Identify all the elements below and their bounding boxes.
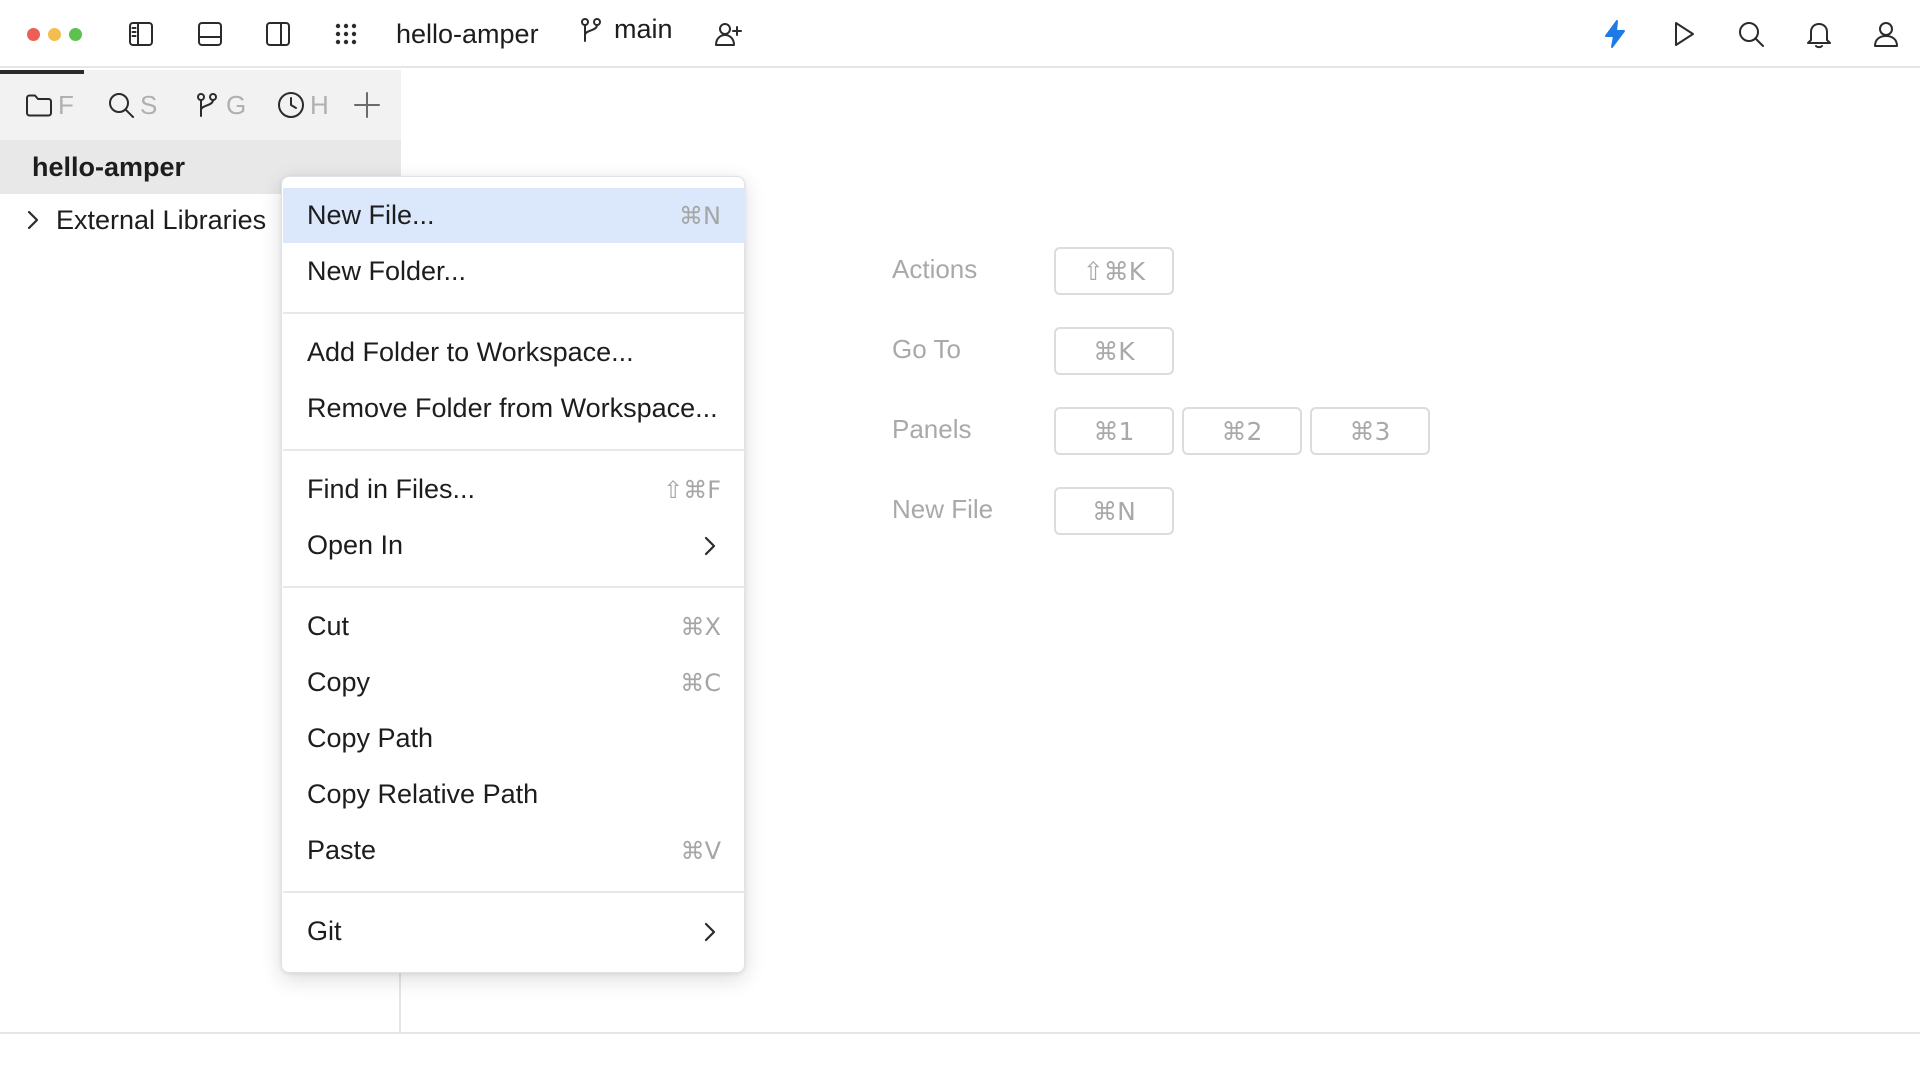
- bell-icon[interactable]: [1799, 14, 1839, 54]
- context-menu: New File... ⌘N New Folder... Add Folder …: [281, 176, 745, 973]
- menu-separator: [283, 312, 745, 314]
- chevron-right-icon: [704, 922, 716, 941]
- menu-item-new-folder[interactable]: New Folder...: [283, 244, 745, 299]
- menu-item-copy-relative-path[interactable]: Copy Relative Path: [283, 767, 745, 822]
- tab-history[interactable]: H: [276, 70, 330, 140]
- git-branch-icon: [581, 17, 601, 42]
- panel-bottom-icon[interactable]: [190, 14, 230, 54]
- menu-item-shortcut: ⌘C: [680, 668, 721, 697]
- menu-item-label: Copy Relative Path: [307, 779, 539, 809]
- menu-item-label: Paste: [307, 835, 377, 865]
- menu-separator: [283, 891, 745, 893]
- menu-item-label: Git: [307, 916, 342, 946]
- menu-separator: [283, 586, 745, 588]
- clock-icon: [278, 92, 304, 118]
- menu-item-label: New Folder...: [307, 256, 467, 286]
- menu-item-add-folder-to-workspace[interactable]: Add Folder to Workspace...: [283, 325, 745, 380]
- menu-item-label: Remove Folder from Workspace...: [307, 393, 718, 423]
- menu-item-paste[interactable]: Paste ⌘V: [283, 823, 745, 878]
- tab-git-label: G: [226, 89, 247, 120]
- search-icon: [109, 93, 134, 118]
- hint-actions-label: Actions: [892, 254, 978, 284]
- kbd-goto[interactable]: ⌘K: [1054, 327, 1174, 375]
- title-bar: hello-amper main: [0, 0, 1920, 68]
- project-root-label: hello-amper: [32, 151, 186, 182]
- tab-git[interactable]: G: [192, 70, 248, 140]
- git-branch-icon: [197, 93, 217, 117]
- plus-icon: [354, 92, 380, 118]
- menu-item-cut[interactable]: Cut ⌘X: [283, 599, 745, 654]
- hint-new-file-label: New File: [892, 494, 994, 524]
- hint-goto-label: Go To: [892, 334, 961, 364]
- search-icon[interactable]: [1731, 14, 1771, 54]
- menu-item-new-file[interactable]: New File... ⌘N: [283, 188, 745, 243]
- menu-item-label: Add Folder to Workspace...: [307, 337, 634, 367]
- kbd-panel-1[interactable]: ⌘1: [1054, 407, 1174, 455]
- bolt-icon[interactable]: [1595, 14, 1635, 54]
- menu-item-label: New File...: [307, 200, 435, 230]
- menu-item-label: Copy: [307, 667, 371, 697]
- menu-item-shortcut: ⌘X: [680, 612, 721, 641]
- tab-files-label: F: [58, 89, 74, 120]
- menu-item-shortcut: ⌘V: [680, 836, 721, 865]
- window-minimize-button[interactable]: [48, 28, 61, 41]
- menu-item-label: Open In: [307, 530, 404, 560]
- branch-selector[interactable]: main: [576, 14, 673, 45]
- menu-item-shortcut: ⌘N: [679, 201, 721, 230]
- tab-files[interactable]: F: [0, 70, 84, 140]
- sidebar-left-icon[interactable]: [121, 14, 161, 54]
- add-user-icon[interactable]: [708, 14, 748, 54]
- menu-item-copy[interactable]: Copy ⌘C: [283, 655, 745, 710]
- tab-search-label: S: [140, 89, 158, 120]
- branch-label: main: [614, 14, 673, 44]
- add-tab-button[interactable]: [352, 70, 386, 140]
- kbd-panel-3[interactable]: ⌘3: [1310, 407, 1430, 455]
- menu-item-git[interactable]: Git: [283, 904, 745, 959]
- user-icon[interactable]: [1866, 14, 1906, 54]
- sidebar-tabs: F S G H: [0, 70, 401, 140]
- folder-icon: [26, 94, 52, 117]
- menu-item-remove-folder-from-workspace[interactable]: Remove Folder from Workspace...: [283, 381, 745, 436]
- tree-item-label: External Libraries: [56, 204, 267, 235]
- window-zoom-button[interactable]: [69, 28, 82, 41]
- kbd-new-file[interactable]: ⌘N: [1054, 487, 1174, 535]
- grid-dots-icon[interactable]: [326, 14, 366, 54]
- menu-item-label: Copy Path: [307, 723, 434, 753]
- hint-panels-label: Panels: [892, 414, 972, 444]
- project-name[interactable]: hello-amper: [396, 16, 539, 52]
- menu-item-open-in[interactable]: Open In: [283, 518, 745, 573]
- menu-separator: [283, 449, 745, 451]
- menu-item-label: Find in Files...: [307, 474, 476, 504]
- tab-history-label: H: [310, 89, 329, 120]
- active-tab-indicator: [0, 70, 84, 74]
- menu-item-label: Cut: [307, 611, 350, 641]
- menu-item-find-in-files[interactable]: Find in Files... ⇧⌘F: [283, 462, 745, 517]
- play-icon[interactable]: [1663, 14, 1703, 54]
- window-close-button[interactable]: [27, 28, 40, 41]
- chevron-right-icon: [704, 536, 716, 555]
- kbd-panel-2[interactable]: ⌘2: [1182, 407, 1302, 455]
- tab-search[interactable]: S: [106, 70, 164, 140]
- menu-item-shortcut: ⇧⌘F: [663, 475, 721, 504]
- chevron-right-icon: [27, 210, 39, 230]
- menu-item-copy-path[interactable]: Copy Path: [283, 711, 745, 766]
- status-bar: [0, 1032, 1920, 1080]
- kbd-actions[interactable]: ⇧⌘K: [1054, 247, 1174, 295]
- sidebar-right-icon[interactable]: [258, 14, 298, 54]
